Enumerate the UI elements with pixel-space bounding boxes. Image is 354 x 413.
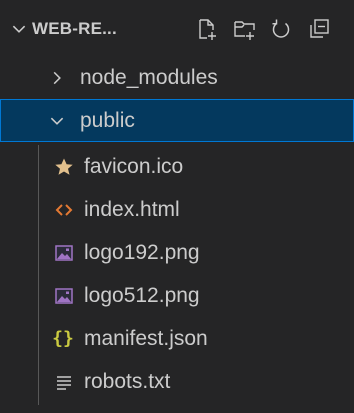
tree-item-label: index.html (84, 197, 180, 221)
html-icon (55, 203, 73, 216)
new-file-icon (199, 19, 216, 40)
tree-item-label: manifest.json (84, 326, 208, 350)
json-braces-icon: {} (52, 328, 74, 349)
image-icon (55, 287, 73, 304)
tree-item-label: logo192.png (84, 240, 200, 264)
tree-item-favicon[interactable]: favicon.ico (0, 145, 354, 188)
explorer-header[interactable]: WEB-RE... (0, 0, 354, 58)
tree-item-label: node_modules (80, 65, 218, 89)
tree-item-robots-txt[interactable]: robots.txt (0, 360, 354, 403)
tree-item-node-modules[interactable]: node_modules (0, 56, 354, 99)
collapse-all-icon (310, 19, 329, 38)
tree-item-label: robots.txt (84, 369, 171, 393)
new-folder-button[interactable] (232, 16, 258, 42)
tree-item-logo192[interactable]: logo192.png (0, 231, 354, 274)
tree-item-label: favicon.ico (84, 154, 184, 178)
star-icon (55, 158, 73, 175)
tree-item-manifest-json[interactable]: {} manifest.json (0, 317, 354, 360)
image-icon (55, 244, 73, 261)
chevron-down-icon (50, 117, 64, 125)
chevron-down-icon[interactable] (10, 20, 28, 38)
tree-item-public[interactable]: public (0, 99, 354, 142)
workspace-title[interactable]: WEB-RE... (32, 18, 117, 40)
chevron-right-icon (53, 71, 61, 84)
tree-item-label: public (80, 108, 135, 132)
tree-item-logo512[interactable]: logo512.png (0, 274, 354, 317)
new-file-button[interactable] (194, 16, 220, 42)
refresh-icon (272, 19, 290, 38)
file-explorer: WEB-RE... node_modules public favicon.ic… (0, 0, 354, 413)
text-lines-icon (57, 375, 71, 390)
tree-item-index-html[interactable]: index.html (0, 188, 354, 231)
new-folder-icon (234, 21, 255, 40)
refresh-button[interactable] (268, 16, 294, 42)
tree-item-label: logo512.png (84, 283, 200, 307)
collapse-all-button[interactable] (306, 16, 332, 42)
